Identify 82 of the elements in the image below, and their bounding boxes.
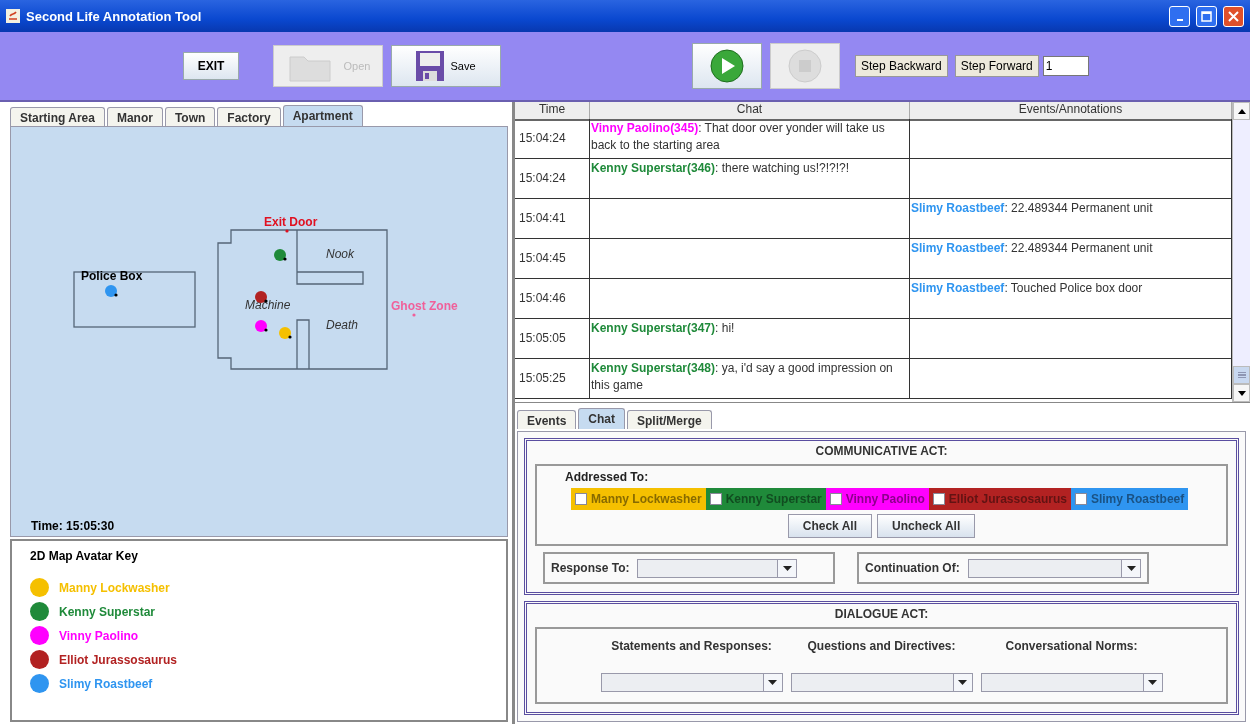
window-title: Second Life Annotation Tool: [26, 8, 203, 24]
time-label: Time: 15:05:30: [30, 519, 116, 535]
check-button[interactable]: Check All: [787, 514, 872, 538]
save-button[interactable]: Save: [391, 45, 501, 87]
column-header: Chat: [590, 102, 910, 121]
time-cell: 15:05:05: [515, 319, 590, 359]
time-cell: 15:04:24: [515, 119, 590, 159]
dropdown-arrow-icon: [782, 565, 792, 571]
avatar-name: Elliot Jurassosaurus: [59, 652, 178, 667]
legend-title: 2D Map Avatar Key: [30, 549, 139, 563]
minimize-button[interactable]: [1169, 5, 1190, 27]
avatar-dot: [255, 320, 268, 332]
field-label: Statements and Responses:: [611, 639, 772, 653]
annotation-tab[interactable]: Chat: [578, 408, 626, 429]
dropdown[interactable]: [600, 673, 783, 692]
room-label: Nook: [326, 247, 354, 261]
avatar-dot: [279, 327, 292, 339]
avatar-name: Vinny Paolino: [59, 628, 139, 643]
dropdown-arrow-icon: [768, 680, 777, 685]
event-cell: Slimy Roastbeef: 22.489344 Permanent unit: [910, 239, 1232, 279]
check-button[interactable]: Uncheck All: [877, 514, 976, 538]
field-label: Response To:: [551, 561, 630, 575]
event-cell: Slimy Roastbeef: 22.489344 Permanent unit: [910, 199, 1232, 239]
column-header: Events/Annotations: [910, 102, 1232, 121]
time-cell: 15:04:24: [515, 159, 590, 199]
annotation-tab[interactable]: Events: [517, 410, 577, 429]
dropdown-arrow-icon: [958, 680, 967, 685]
dropdown[interactable]: [967, 558, 1141, 578]
dropdown-arrow-icon: [1126, 565, 1136, 571]
map-tab[interactable]: Manor: [106, 107, 163, 126]
event-cell: Slimy Roastbeef: Touched Police box door: [910, 279, 1232, 319]
avatar-name: Kenny Superstar: [59, 604, 156, 619]
map-tab[interactable]: Apartment: [282, 105, 363, 126]
close-button[interactable]: [1223, 5, 1244, 27]
annotation-tab[interactable]: Split/Merge: [627, 410, 712, 429]
time-cell: 15:04:46: [515, 279, 590, 319]
scroll-thumb-icon[interactable]: [1237, 372, 1246, 378]
map-tab[interactable]: Starting Area: [10, 107, 105, 126]
scroll-down-icon[interactable]: [1237, 390, 1246, 396]
room-label: Machine: [245, 298, 291, 312]
play-icon: [710, 49, 744, 83]
field-label: Continuation Of:: [865, 561, 960, 575]
section-title: COMMUNICATIVE ACT:: [815, 444, 948, 458]
scrollbar[interactable]: [1232, 102, 1250, 402]
dropdown[interactable]: [637, 558, 798, 578]
avatar-dot: [105, 285, 118, 297]
section-title: DIALOGUE ACT:: [834, 607, 929, 621]
room-label: Death: [326, 318, 359, 332]
addressed-to-label: Addressed To:: [564, 470, 650, 484]
map-marker-label: Ghost Zone: [391, 299, 458, 317]
close-icon: [1228, 10, 1239, 22]
scroll-up-icon[interactable]: [1237, 108, 1246, 114]
maximize-icon: [1201, 10, 1212, 22]
avatar-name: Manny Lockwasher: [59, 580, 170, 595]
dropdown[interactable]: [790, 673, 973, 692]
chat-cell: Kenny Superstar(348): ya, i'd say a good impression on this game: [590, 359, 910, 399]
avatar-dot: [274, 249, 287, 261]
area-label: Police Box: [81, 269, 143, 283]
time-cell: 15:04:41: [515, 199, 590, 239]
chat-cell: Kenny Superstar(347): hi!: [590, 319, 910, 359]
exit-button[interactable]: EXIT: [183, 52, 239, 80]
dropdown[interactable]: [980, 673, 1163, 692]
play-button[interactable]: [692, 43, 762, 89]
avatar-name: Slimy Roastbeef: [59, 676, 153, 691]
column-header: Time: [515, 102, 590, 121]
field-label: Conversational Norms:: [1005, 639, 1138, 653]
maximize-button[interactable]: [1196, 5, 1217, 27]
time-cell: 15:05:25: [515, 359, 590, 399]
step-button[interactable]: Step Backward: [855, 55, 948, 77]
app-icon: [6, 9, 20, 23]
stop-icon: [788, 49, 822, 83]
chat-cell: Vinny Paolino(345): That door over yonder will take us back to the starting area: [590, 119, 910, 159]
map-tab[interactable]: Factory: [217, 107, 281, 126]
step-field[interactable]: 1: [1042, 56, 1089, 76]
minimize-icon: [1176, 19, 1183, 21]
field-label: Questions and Directives:: [807, 639, 956, 653]
step-button[interactable]: Step Forward: [954, 55, 1039, 77]
chat-cell: Kenny Superstar(346): there watching us!?!?!?!: [590, 159, 910, 199]
map-tab[interactable]: Town: [164, 107, 216, 126]
time-cell: 15:04:45: [515, 239, 590, 279]
map-marker-label: Exit Door: [264, 215, 318, 233]
dropdown-arrow-icon: [1148, 680, 1157, 685]
